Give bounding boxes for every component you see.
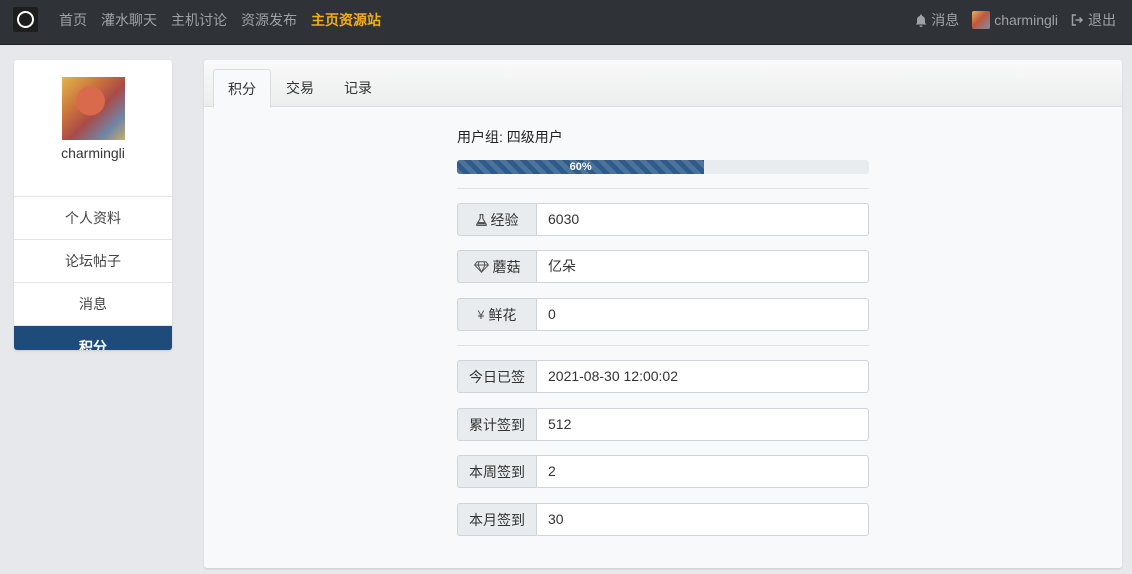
- profile-username: charmingli: [61, 145, 125, 161]
- user-nav: 消息 charmingli 退出: [915, 11, 1116, 29]
- nav-item-home[interactable]: 首页: [59, 11, 87, 29]
- signin-value-month: 30: [536, 503, 869, 536]
- messages-link[interactable]: 消息: [915, 11, 959, 29]
- profile-card: charmingli: [14, 77, 172, 197]
- profile-avatar[interactable]: [61, 77, 125, 140]
- user-menu-link[interactable]: charmingli: [972, 11, 1058, 29]
- signin-label: 本月签到: [457, 503, 536, 536]
- divider: [457, 345, 869, 346]
- signin-label: 累计签到: [457, 408, 536, 441]
- stat-label: ¥ 鲜花: [457, 298, 536, 331]
- profile-sidebar: charmingli 个人资料 论坛帖子 消息 积分: [14, 60, 172, 350]
- stat-value-flowers: 0: [536, 298, 869, 331]
- signin-value-today: 2021-08-30 12:00:02: [536, 360, 869, 393]
- tab-points[interactable]: 积分: [213, 69, 271, 108]
- signin-row-today: 今日已签 2021-08-30 12:00:02: [457, 360, 869, 393]
- avatar: [972, 11, 991, 29]
- logo-ring-icon: [17, 11, 34, 28]
- main-nav: 首页 灌水聊天 主机讨论 资源发布 主页资源站: [59, 11, 381, 29]
- top-navbar: 首页 灌水聊天 主机讨论 资源发布 主页资源站 消息 charmingli 退出: [0, 0, 1132, 45]
- divider: [457, 188, 869, 189]
- nav-item-resource-site[interactable]: 主页资源站: [311, 11, 381, 29]
- signin-row-month: 本月签到 30: [457, 503, 869, 536]
- sidebar-item-profile[interactable]: 个人资料: [14, 197, 172, 240]
- points-panel: 积分 交易 记录 用户组: 四级用户 60% 经验 6030 蘑菇 亿朵 ¥ 鲜…: [204, 60, 1122, 568]
- stat-label-text: 经验: [490, 211, 519, 228]
- stat-label-text: 鲜花: [488, 306, 517, 323]
- signin-value-week: 2: [536, 455, 869, 488]
- stat-row-experience: 经验 6030: [457, 203, 869, 236]
- stat-label: 经验: [457, 203, 536, 236]
- level-progress: 60%: [457, 160, 869, 174]
- flask-icon: [475, 213, 487, 226]
- site-logo[interactable]: [13, 7, 38, 32]
- stat-label: 蘑菇: [457, 250, 536, 283]
- tab-bar: 积分 交易 记录: [204, 60, 1122, 108]
- signin-label: 本周签到: [457, 455, 536, 488]
- diamond-icon: [473, 260, 489, 273]
- nav-item-chat[interactable]: 灌水聊天: [101, 11, 157, 29]
- nav-item-host-discussion[interactable]: 主机讨论: [171, 11, 227, 29]
- signin-row-total: 累计签到 512: [457, 408, 869, 441]
- logout-link[interactable]: 退出: [1071, 11, 1116, 29]
- sidebar-item-points[interactable]: 积分: [14, 326, 172, 350]
- stat-row-mushroom: 蘑菇 亿朵: [457, 250, 869, 283]
- signin-value-total: 512: [536, 408, 869, 441]
- signin-label: 今日已签: [457, 360, 536, 393]
- signin-row-week: 本周签到 2: [457, 455, 869, 488]
- tab-records[interactable]: 记录: [330, 69, 386, 106]
- level-progress-bar: 60%: [457, 160, 705, 174]
- tab-trade[interactable]: 交易: [272, 69, 328, 106]
- stat-row-flowers: ¥ 鲜花 0: [457, 298, 869, 331]
- nav-username: charmingli: [994, 12, 1058, 28]
- stat-value-mushroom: 亿朵: [536, 250, 869, 283]
- messages-label: 消息: [931, 12, 960, 28]
- sidebar-item-messages[interactable]: 消息: [14, 283, 172, 326]
- sign-out-icon: [1071, 14, 1084, 26]
- bell-icon: [915, 14, 927, 27]
- stat-label-text: 蘑菇: [492, 258, 521, 275]
- stat-value-experience: 6030: [536, 203, 869, 236]
- user-group-label: 用户组: 四级用户: [457, 129, 563, 145]
- yen-icon: ¥: [477, 307, 485, 322]
- nav-item-resource-publish[interactable]: 资源发布: [241, 11, 297, 29]
- sidebar-item-forum-posts[interactable]: 论坛帖子: [14, 240, 172, 283]
- logout-label: 退出: [1088, 12, 1116, 28]
